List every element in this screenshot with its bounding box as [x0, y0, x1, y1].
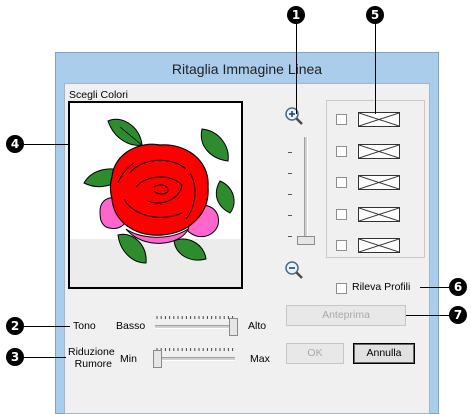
preview-button[interactable]: Anteprima [286, 305, 406, 326]
zoom-out-icon[interactable] [284, 260, 304, 280]
tone-slider-ticks [156, 316, 234, 319]
zoom-slider-track [304, 137, 308, 245]
zoom-in-icon[interactable] [284, 106, 304, 126]
profile-checkbox[interactable] [336, 177, 347, 188]
profile-checkbox[interactable] [336, 146, 347, 157]
tone-slider[interactable] [152, 314, 238, 340]
cancel-button[interactable]: Annulla [353, 343, 415, 364]
callout-4-marker: 4 [6, 135, 24, 153]
tone-max-label: Alto [248, 320, 267, 332]
noise-min-label: Min [120, 353, 137, 365]
callout-6-leader [420, 287, 450, 288]
image-group-label: Scegli Colori [69, 89, 128, 101]
callout-1-leader [296, 22, 297, 114]
profile-thumbnail[interactable] [358, 112, 400, 127]
tone-label: Tono [73, 320, 96, 332]
zoom-slider-tick [288, 194, 292, 195]
rose-image [83, 118, 235, 264]
callout-2-marker: 2 [6, 317, 24, 335]
detect-profiles-checkbox[interactable] [336, 283, 347, 294]
profile-checkbox[interactable] [336, 114, 347, 125]
profile-checkbox[interactable] [336, 240, 347, 251]
profile-thumbnail[interactable] [358, 238, 400, 253]
callout-7-marker: 7 [449, 306, 467, 324]
zoom-slider-thumb[interactable] [297, 236, 315, 245]
profile-thumbnail[interactable] [358, 144, 400, 159]
noise-max-label: Max [250, 353, 270, 365]
detect-profiles-label: Rileva Profili [352, 281, 411, 293]
callout-5-leader [375, 22, 376, 114]
noise-label-line1: Riduzione [68, 346, 115, 358]
tone-slider-track [155, 325, 235, 329]
zoom-slider-tick [288, 215, 292, 216]
callout-5-marker: 5 [366, 6, 384, 24]
callout-2-leader [24, 326, 70, 327]
callout-4-leader [24, 144, 69, 145]
noise-label: Riduzione Rumore [68, 346, 115, 370]
callout-6-marker: 6 [449, 278, 467, 296]
image-preview[interactable] [68, 101, 243, 289]
zoom-slider-tick [288, 236, 292, 237]
window-title: Ritaglia Immagine Linea [171, 61, 323, 77]
callout-7-leader [406, 315, 450, 316]
callout-1-marker: 1 [287, 6, 305, 24]
zoom-slider-tick [288, 152, 292, 153]
noise-slider-ticks [156, 348, 234, 351]
zoom-slider-tick [288, 173, 292, 174]
noise-label-line2: Rumore [74, 358, 113, 370]
noise-slider[interactable] [152, 346, 238, 372]
tone-min-label: Basso [116, 320, 146, 332]
noise-slider-track [155, 357, 235, 361]
profile-thumbnail[interactable] [358, 207, 400, 222]
profile-checkbox[interactable] [336, 209, 347, 220]
callout-3-marker: 3 [6, 348, 24, 366]
ok-button[interactable]: OK [286, 343, 344, 364]
noise-slider-thumb[interactable] [153, 350, 162, 368]
profile-thumbnail[interactable] [358, 175, 400, 190]
tone-slider-thumb[interactable] [229, 318, 238, 336]
callout-3-leader [24, 357, 66, 358]
